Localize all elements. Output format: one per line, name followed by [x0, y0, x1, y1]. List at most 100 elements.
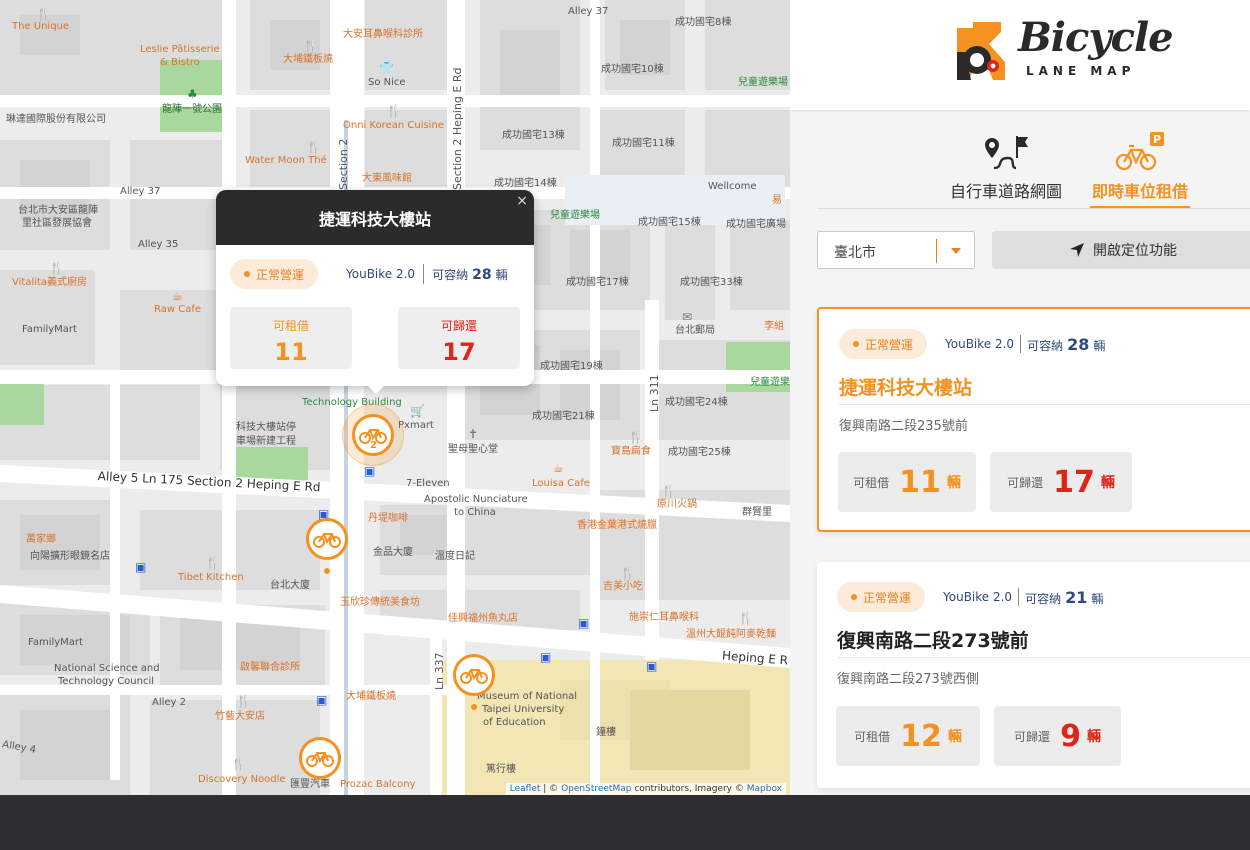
map-label: Tibet Kitchen [178, 572, 244, 583]
status-dot-icon [244, 271, 250, 277]
map-label: 玉欣珍傳統美食坊 [340, 597, 420, 608]
tab-bike-rental[interactable]: P 即時車位租借 [1070, 128, 1210, 208]
map-label: 向陽擴形眼鏡名店 [30, 551, 110, 562]
popup-close-button[interactable]: × [516, 193, 528, 209]
cluster-count: 2 [370, 440, 377, 451]
mail-icon: ✉ [682, 310, 693, 324]
status-badge: 正常營運 [230, 259, 319, 289]
city-select[interactable]: 臺北市 [817, 231, 975, 269]
status-text: 正常營運 [256, 267, 305, 282]
divider [423, 264, 425, 284]
restaurant-icon: 🍴 [205, 556, 220, 570]
bus-stop-icon: ▣ [316, 693, 328, 707]
map-label: 成功國宅13棟 [502, 130, 565, 141]
map-label: 篤行樓 [486, 764, 516, 775]
map-label: National Science and [54, 663, 160, 674]
map-label: 成功國宅8棟 [675, 17, 732, 28]
map-label: 台北市大安區龍陣 [18, 205, 98, 216]
attribution-text: | © [543, 784, 559, 794]
header: Bicycle LANE MAP [790, 0, 1250, 110]
map-label: 成功國宅17棟 [566, 277, 629, 288]
map-label: 兒童遊樂 [750, 377, 790, 388]
rent-label: 可租借 [272, 319, 309, 333]
divider [837, 657, 1250, 658]
station-dot [324, 568, 330, 574]
station-marker[interactable] [299, 737, 341, 779]
map-label: 台北大廈 [270, 580, 310, 591]
capacity-label: 可容納 [432, 267, 469, 282]
map-label: Vitalita義式廚房 [12, 277, 88, 288]
station-marker[interactable] [306, 518, 348, 560]
map-label: 丹堤咖啡 [368, 513, 408, 524]
map-label: Leslie Pâtisserie [140, 44, 220, 55]
map-label: 成功國宅24棟 [665, 397, 728, 408]
map-label: 萬家鄉 [26, 534, 56, 545]
map-label: Museum of National [477, 691, 578, 702]
map-label: 兒童遊樂場 [550, 210, 600, 221]
rent-label: 可租借 [854, 729, 891, 744]
map-label: Alley 37 [120, 186, 161, 197]
rent-count: 12 [900, 718, 942, 754]
map-label: to China [454, 507, 496, 518]
brand-label: YouBike 2.0 [346, 267, 416, 281]
tab-label: 即時車位租借 [1091, 182, 1188, 201]
map-view[interactable]: Section 2 Section 2 Heping E Rd Ln 311 L… [0, 0, 790, 795]
divider [936, 239, 937, 263]
map-label: Raw Cafe [154, 304, 201, 315]
station-card[interactable]: 正常營運 YouBike 2.0 可容納 21 輛 復興南路二段273號前 復興南路… [817, 562, 1250, 788]
map-label: Alley 2 [152, 697, 187, 708]
station-name: 捷運科技大樓站 [839, 377, 973, 399]
side-panel: Bicycle LANE MAP 自行車道路網圖 P 即時車位租借 臺北市 開啟… [790, 0, 1250, 795]
status-dot-icon [853, 341, 859, 347]
rent-count: 11 [899, 464, 941, 500]
capacity: 可容納 21 輛 [1025, 588, 1103, 607]
locate-button[interactable]: 開啟定位功能 [992, 231, 1250, 269]
shirt-icon: 👕 [379, 61, 394, 75]
capacity-unit: 輛 [495, 267, 508, 282]
map-label: 成功國宅15棟 [638, 217, 701, 228]
return-count: 9 [1060, 718, 1081, 754]
return-box: 可歸還 17 輛 [990, 452, 1132, 512]
map-label: 群賢里 [742, 507, 772, 518]
station-marker[interactable] [453, 654, 495, 696]
map-label: Ln 337 [433, 652, 446, 690]
map-label: 溫州大餛飩阿麥乾麵 [686, 629, 776, 640]
mapbox-link[interactable]: Mapbox [747, 784, 782, 794]
capacity-unit: 輛 [1091, 591, 1104, 606]
station-card[interactable]: 正常營運 YouBike 2.0 可容納 28 輛 捷運科技大樓站 復興南路二段23… [817, 307, 1250, 532]
tab-route-map[interactable]: 自行車道路網圖 [936, 128, 1076, 202]
rent-box: 可租借 11 輛 [838, 452, 976, 512]
status-text: 正常營運 [865, 337, 914, 352]
map-label: 聖母聖心堂 [448, 444, 498, 455]
popup-title: 捷運科技大樓站 [216, 190, 534, 245]
map-label: 竹藝大安店 [215, 711, 265, 722]
map-label: & Bistro [160, 57, 200, 68]
divider [817, 208, 1250, 209]
osm-link[interactable]: OpenStreetMap [561, 784, 631, 794]
capacity-value: 28 [472, 266, 492, 283]
map-label: 大安耳鼻喉科診所 [343, 29, 423, 40]
map-label: 琳達國際股份有限公司 [6, 114, 106, 125]
map-attribution: Leaflet | © OpenStreetMap contributors, … [505, 783, 786, 795]
map-label: 科技大樓站停 [236, 422, 296, 433]
leaflet-link[interactable]: Leaflet [510, 784, 541, 794]
restaurant-icon: 🍴 [231, 757, 246, 771]
bicycle-icon [313, 533, 341, 548]
map-label: 鐘樓 [596, 727, 616, 738]
map-label: of Education [483, 717, 546, 728]
map-label: 台北郵局 [675, 325, 715, 336]
return-label: 可歸還 [1007, 475, 1044, 490]
map-label: Alley 35 [138, 239, 179, 250]
map-label: Technology Council [58, 676, 155, 687]
location-arrow-icon [1070, 243, 1084, 257]
bus-stop-icon: ▣ [135, 560, 147, 574]
map-label: Section 2 Heping E Rd [451, 67, 464, 190]
return-label: 可歸還 [1014, 729, 1051, 744]
restaurant-icon: 🍴 [303, 39, 318, 53]
map-label: Ln 311 [648, 374, 661, 412]
restaurant-icon: 🍴 [49, 261, 64, 275]
restaurant-icon: 🍴 [628, 430, 643, 444]
map-label: 大埔鐵板燒 [283, 54, 333, 65]
restaurant-icon: 🍴 [661, 484, 676, 498]
cafe-icon: ☕ [553, 461, 564, 475]
